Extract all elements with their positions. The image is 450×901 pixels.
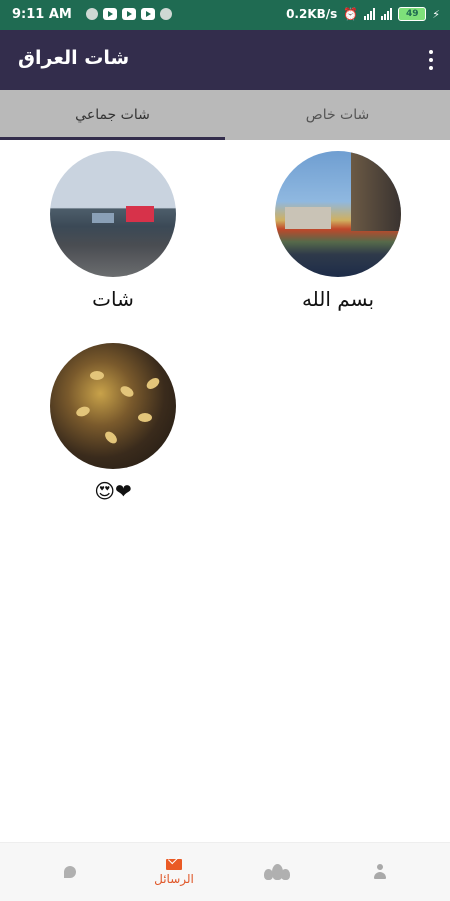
notification-icons [86, 8, 172, 20]
room-name: بسم الله [301, 287, 375, 311]
room-item[interactable]: ❤😍 [43, 343, 183, 503]
youtube-icon [103, 8, 117, 20]
room-item[interactable]: بسم الله [268, 151, 408, 311]
more-vert-icon[interactable] [426, 48, 436, 72]
group-icon [264, 862, 290, 882]
chat-bubble-icon [64, 866, 76, 878]
nav-messages-label: الرسائل [154, 871, 194, 886]
status-time: 9:11 AM [12, 7, 72, 22]
person-icon [372, 864, 388, 880]
alarm-icon: ⏰ [343, 7, 359, 21]
tab-private-chat[interactable]: شات خاص [225, 90, 450, 140]
room-item[interactable]: شات [43, 151, 183, 311]
room-name: ❤😍 [94, 479, 132, 503]
room-name: شات [92, 287, 134, 311]
nav-profile[interactable] [325, 843, 435, 901]
nav-groups[interactable] [222, 843, 332, 901]
charging-icon: ⚡ [432, 7, 440, 21]
nav-messages[interactable]: الرسائل [119, 843, 229, 901]
youtube-icon [122, 8, 136, 20]
battery-icon: 49 [398, 7, 427, 21]
tab-bar: شات جماعي شات خاص [0, 90, 450, 140]
status-bar: 9:11 AM 0.2KB/s ⏰ 49 ⚡ [0, 0, 450, 30]
bottom-nav: الرسائل [0, 842, 450, 901]
circle-icon [86, 8, 98, 20]
circle-icon [160, 8, 172, 20]
room-photo [50, 151, 176, 277]
signal-icon [381, 8, 393, 20]
app-bar: شات العراق [0, 30, 450, 90]
youtube-icon [141, 8, 155, 20]
app-title: شات العراق [18, 47, 130, 69]
system-icons: 0.2KB/s ⏰ 49 ⚡ [286, 7, 440, 21]
tab-group-chat[interactable]: شات جماعي [0, 90, 225, 140]
network-speed: 0.2KB/s [286, 7, 338, 21]
room-photo [275, 151, 401, 277]
nav-chat[interactable] [15, 843, 125, 901]
mail-icon [166, 858, 182, 870]
signal-icon [364, 8, 376, 20]
room-photo [50, 343, 176, 469]
